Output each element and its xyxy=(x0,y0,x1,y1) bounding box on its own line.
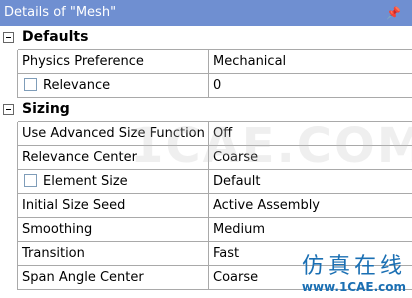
group-header-defaults[interactable]: Defaults xyxy=(0,26,412,50)
group-header-sizing[interactable]: Sizing xyxy=(0,98,412,122)
property-value[interactable]: Default xyxy=(209,170,412,193)
property-value[interactable]: Fast xyxy=(209,242,412,265)
collapse-toggle-icon[interactable] xyxy=(3,32,14,43)
property-value[interactable]: Mechanical xyxy=(209,50,412,73)
property-name: Smoothing xyxy=(18,218,209,241)
property-name: Use Advanced Size Function xyxy=(18,122,209,145)
property-row-transition[interactable]: Transition Fast xyxy=(0,242,412,266)
property-row-relevance-center[interactable]: Relevance Center Coarse xyxy=(0,146,412,170)
property-value[interactable]: Medium xyxy=(209,218,412,241)
property-value[interactable]: Off xyxy=(209,122,412,145)
property-name: Initial Size Seed xyxy=(18,194,209,217)
property-row-element-size[interactable]: Element Size Default xyxy=(0,170,412,194)
panel-title: Details of "Mesh" xyxy=(4,5,117,20)
details-panel-title-bar: Details of "Mesh" 📌 xyxy=(0,0,412,26)
group-title: Sizing xyxy=(22,101,70,117)
property-value[interactable]: 0 xyxy=(209,74,412,97)
property-value[interactable]: Coarse xyxy=(209,266,412,289)
parameter-checkbox[interactable] xyxy=(24,174,37,187)
property-row-smoothing[interactable]: Smoothing Medium xyxy=(0,218,412,242)
property-value[interactable]: Active Assembly xyxy=(209,194,412,217)
property-name: Relevance xyxy=(43,78,111,93)
property-row-use-advanced-size-function[interactable]: Use Advanced Size Function Off xyxy=(0,122,412,146)
property-value[interactable]: Coarse xyxy=(209,146,412,169)
property-row-span-angle-center[interactable]: Span Angle Center Coarse xyxy=(0,266,412,290)
property-row-relevance[interactable]: Relevance 0 xyxy=(0,74,412,98)
property-name: Relevance Center xyxy=(18,146,209,169)
property-row-physics-preference[interactable]: Physics Preference Mechanical xyxy=(0,50,412,74)
collapse-toggle-icon[interactable] xyxy=(3,104,14,115)
property-name: Transition xyxy=(18,242,209,265)
pin-icon[interactable]: 📌 xyxy=(386,0,401,26)
parameter-checkbox[interactable] xyxy=(24,78,37,91)
group-title: Defaults xyxy=(22,29,89,45)
property-name: Physics Preference xyxy=(18,50,209,73)
property-row-initial-size-seed[interactable]: Initial Size Seed Active Assembly xyxy=(0,194,412,218)
details-property-grid: Defaults Physics Preference Mechanical R… xyxy=(0,26,412,290)
property-name: Span Angle Center xyxy=(18,266,209,289)
property-name: Element Size xyxy=(43,174,128,189)
